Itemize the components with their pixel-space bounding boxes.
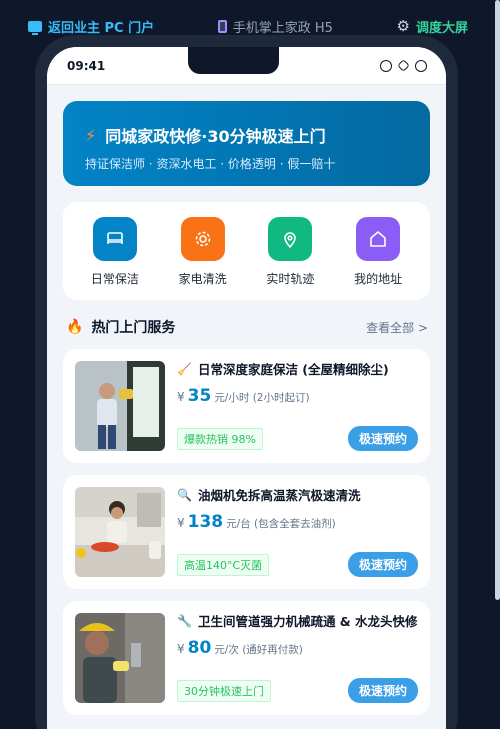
section-title-text: 热门上门服务 [91, 320, 176, 336]
compass-icon [380, 59, 392, 72]
service-info: 🔧 卫生间管道强力机械疏通 & 水龙头快修 ¥ 80 元/次 (通好再付款) 3… [177, 613, 418, 703]
quick-actions: 日常保洁 家电清洗 实时轨迹 我的地址 [63, 202, 430, 300]
service-title-text: 油烟机免拆高温蒸汽极速清洗 [197, 488, 361, 503]
book-now-button[interactable]: 极速预约 [347, 552, 418, 577]
mobile-h5-link[interactable]: 手机掌上家政 H5 [217, 17, 333, 36]
service-title: 🔍 油烟机免拆高温蒸汽极速清洗 [177, 487, 418, 504]
price-unit: 元/台 (包含全套去油剂) [226, 518, 336, 530]
back-to-pc-portal-label: 返回业主 PC 门户 [48, 20, 155, 36]
service-title: 🔧 卫生间管道强力机械疏通 & 水龙头快修 [177, 613, 418, 630]
service-image [75, 613, 165, 703]
service-footer: 30分钟极速上门 极速预约 [177, 678, 418, 703]
view-all-link[interactable]: 查看全部 > [366, 319, 428, 336]
service-card[interactable]: 🔧 卫生间管道强力机械疏通 & 水龙头快修 ¥ 80 元/次 (通好再付款) 3… [63, 601, 430, 715]
banner-title-text: 同城家政快修·30分钟极速上门 [105, 127, 326, 146]
service-price: ¥ 35 元/小时 (2小时起订) [177, 386, 418, 406]
monitor-icon [28, 20, 42, 35]
service-info: 🔍 油烟机免拆高温蒸汽极速清洗 ¥ 138 元/台 (包含全套去油剂) 高温14… [177, 487, 418, 577]
call-icon [397, 59, 410, 72]
quick-action-live-tracking[interactable]: 实时轨迹 [250, 217, 330, 300]
service-footer: 高温140°C灭菌 极速预约 [177, 552, 418, 577]
status-icons [380, 59, 427, 72]
service-title: 🧹 日常深度家庭保洁 (全屋精细除尘) [177, 361, 418, 378]
price-unit: 元/次 (通好再付款) [214, 644, 303, 656]
price-value: 138 [187, 512, 224, 532]
phone-screen: 09:41 ⚡ 同城家政快修·30分钟极速上门 持证保洁师 · 资深水电工 · … [47, 47, 446, 729]
service-title-text: 卫生间管道强力机械疏通 & 水龙头快修 [197, 614, 418, 629]
currency-symbol: ¥ [177, 642, 185, 656]
status-bar: 09:41 [47, 47, 446, 85]
service-tag: 爆款热销 98% [177, 427, 263, 450]
sofa-icon [92, 217, 137, 261]
promo-banner[interactable]: ⚡ 同城家政快修·30分钟极速上门 持证保洁师 · 资深水电工 · 价格透明 ·… [63, 101, 430, 186]
broom-icon: 🧹 [177, 362, 192, 376]
price-value: 35 [187, 386, 212, 406]
service-tag: 高温140°C灭菌 [177, 553, 270, 576]
quick-action-label: 实时轨迹 [266, 272, 315, 286]
phone-frame: 09:41 ⚡ 同城家政快修·30分钟极速上门 持证保洁师 · 资深水电工 · … [35, 35, 458, 729]
quick-action-appliance-cleaning[interactable]: 家电清洗 [163, 217, 243, 300]
back-to-pc-portal-link[interactable]: 返回业主 PC 门户 [28, 17, 154, 36]
page-scrollbar[interactable] [495, 0, 500, 600]
quick-action-daily-cleaning[interactable]: 日常保洁 [75, 217, 155, 300]
phone-icon [217, 19, 227, 33]
book-now-button[interactable]: 极速预约 [347, 426, 418, 451]
fire-icon: 🔥 [66, 319, 84, 335]
service-price: ¥ 138 元/台 (包含全套去油剂) [177, 512, 418, 532]
service-image [75, 487, 165, 577]
gear-icon: ⚙ [396, 16, 410, 35]
currency-symbol: ¥ [177, 390, 185, 404]
section-header: 🔥 热门上门服务 查看全部 > [63, 317, 430, 337]
quick-action-label: 我的地址 [354, 272, 403, 286]
dispatch-screen-link[interactable]: ⚙ 调度大屏 [397, 17, 468, 36]
price-value: 80 [187, 638, 212, 658]
phone-notch [188, 47, 279, 74]
home-icon [356, 217, 401, 261]
service-footer: 爆款热销 98% 极速预约 [177, 426, 418, 451]
service-title-text: 日常深度家庭保洁 (全屋精细除尘) [197, 362, 389, 377]
service-price: ¥ 80 元/次 (通好再付款) [177, 638, 418, 658]
gear-icon [180, 217, 225, 261]
mobile-h5-label: 手机掌上家政 H5 [232, 20, 333, 36]
service-card[interactable]: 🧹 日常深度家庭保洁 (全屋精细除尘) ¥ 35 元/小时 (2小时起订) 爆款… [63, 349, 430, 463]
currency-symbol: ¥ [177, 516, 185, 530]
magnifier-icon: 🔍 [177, 488, 192, 502]
location-pin-icon [268, 217, 313, 261]
dispatch-screen-label: 调度大屏 [415, 20, 468, 36]
app-content: ⚡ 同城家政快修·30分钟极速上门 持证保洁师 · 资深水电工 · 价格透明 ·… [47, 85, 446, 715]
lightning-icon: ⚡ [85, 125, 97, 145]
price-unit: 元/小时 (2小时起订) [214, 392, 310, 404]
quick-action-my-address[interactable]: 我的地址 [338, 217, 418, 300]
section-title: 🔥 热门上门服务 [66, 317, 175, 337]
service-tag: 30分钟极速上门 [177, 679, 271, 702]
banner-title: ⚡ 同城家政快修·30分钟极速上门 [85, 123, 410, 147]
status-time: 09:41 [67, 58, 106, 73]
cloud-icon [415, 59, 427, 72]
service-image [75, 361, 165, 451]
service-info: 🧹 日常深度家庭保洁 (全屋精细除尘) ¥ 35 元/小时 (2小时起订) 爆款… [177, 361, 418, 451]
service-card[interactable]: 🔍 油烟机免拆高温蒸汽极速清洗 ¥ 138 元/台 (包含全套去油剂) 高温14… [63, 475, 430, 589]
banner-subtitle: 持证保洁师 · 资深水电工 · 价格透明 · 假一赔十 [85, 157, 336, 171]
wrench-icon: 🔧 [177, 614, 192, 628]
book-now-button[interactable]: 极速预约 [347, 678, 418, 703]
quick-action-label: 日常保洁 [90, 272, 139, 286]
quick-action-label: 家电清洗 [178, 272, 227, 286]
